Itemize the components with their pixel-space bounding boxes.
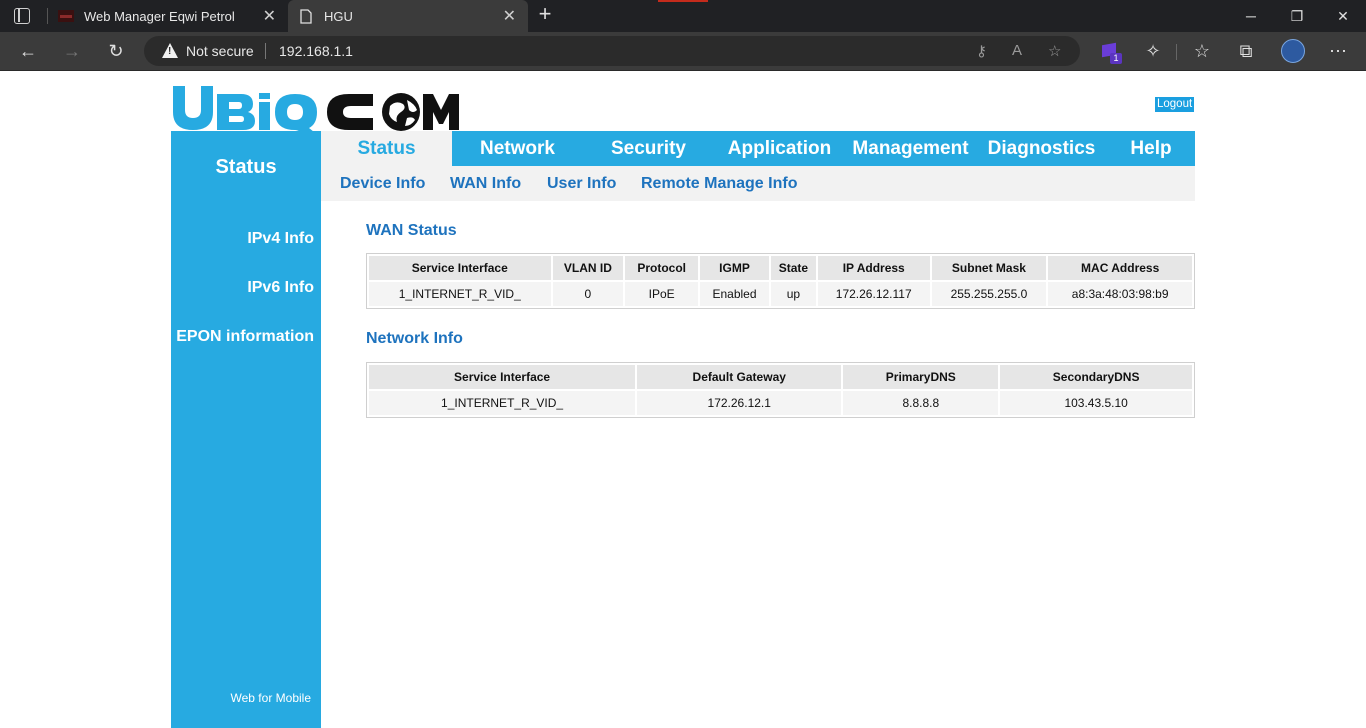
column-header: Default Gateway: [637, 365, 842, 389]
browser-tab-hgu[interactable]: HGU ✕: [288, 0, 528, 32]
nav-tab-network[interactable]: Network: [452, 131, 583, 166]
url-text[interactable]: 192.168.1.1: [279, 43, 353, 59]
read-aloud-icon[interactable]: A: [1012, 42, 1022, 59]
extension-icon[interactable]: 1: [1100, 41, 1122, 64]
wan-status-title: WAN Status: [366, 222, 457, 239]
column-header: Service Interface: [369, 365, 636, 389]
nav-tab-application[interactable]: Application: [714, 131, 845, 166]
subnav-device-info[interactable]: Device Info: [340, 166, 425, 201]
tab-title: HGU: [324, 8, 353, 24]
nav-tab-status[interactable]: Status: [321, 131, 452, 166]
web-for-mobile-link[interactable]: Web for Mobile: [231, 691, 311, 705]
key-icon[interactable]: ⚷: [976, 42, 987, 60]
column-header: IP Address: [817, 256, 930, 280]
column-header: Subnet Mask: [931, 256, 1047, 280]
column-header: VLAN ID: [552, 256, 624, 280]
restore-icon[interactable]: ❐: [1274, 0, 1320, 32]
sidebar-item-epon-information[interactable]: EPON information: [176, 328, 314, 346]
forward-icon[interactable]: →: [60, 40, 84, 64]
nav-tab-help[interactable]: Help: [1107, 131, 1195, 166]
main-nav: Status Network Security Application Mana…: [321, 131, 1195, 166]
profile-avatar[interactable]: [1281, 39, 1305, 63]
address-separator: [265, 43, 266, 59]
table-header-row: Service Interface VLAN ID Protocol IGMP …: [369, 256, 1192, 280]
left-sidebar: Status IPv4 Info IPv6 Info EPON informat…: [171, 131, 321, 728]
table-cell: 103.43.5.10: [1000, 391, 1192, 415]
logout-link[interactable]: Logout: [1155, 97, 1195, 112]
table-cell: Enabled: [700, 282, 769, 306]
warning-icon[interactable]: [162, 43, 178, 58]
favorite-add-icon[interactable]: ☆: [1048, 42, 1061, 60]
table-header-row: Service Interface Default Gateway Primar…: [369, 365, 1192, 389]
tab-actions-icon[interactable]: [14, 8, 30, 24]
new-tab-icon[interactable]: +: [534, 3, 556, 26]
table-cell: 1_INTERNET_R_VID_: [369, 391, 636, 415]
security-label[interactable]: Not secure: [186, 43, 254, 59]
column-header: MAC Address: [1048, 256, 1192, 280]
browser-toolbar: ← → ↻ Not secure 192.168.1.1 ⚷ A ☆ 1 ✧ ☆…: [0, 32, 1366, 71]
column-header: PrimaryDNS: [843, 365, 999, 389]
column-header: IGMP: [700, 256, 769, 280]
column-header: SecondaryDNS: [1000, 365, 1192, 389]
tab-close-icon[interactable]: ✕: [263, 6, 276, 26]
minimize-icon[interactable]: ─: [1228, 0, 1274, 32]
back-icon[interactable]: ←: [16, 40, 40, 64]
table-cell: 1_INTERNET_R_VID_: [369, 282, 551, 306]
refresh-icon[interactable]: ↻: [104, 40, 128, 64]
close-window-icon[interactable]: ✕: [1320, 0, 1366, 32]
sidebar-item-ipv6-info[interactable]: IPv6 Info: [247, 279, 314, 297]
address-bar[interactable]: Not secure 192.168.1.1 ⚷ A ☆: [144, 36, 1080, 66]
sidebar-title: Status: [171, 131, 321, 203]
sidebar-item-ipv4-info[interactable]: IPv4 Info: [247, 230, 314, 248]
table-cell: 172.26.12.117: [817, 282, 930, 306]
table-cell: 8.8.8.8: [843, 391, 999, 415]
table-cell: a8:3a:48:03:98:b9: [1048, 282, 1192, 306]
network-info-table: Service Interface Default Gateway Primar…: [366, 362, 1195, 418]
subnav-user-info[interactable]: User Info: [547, 166, 616, 201]
nav-tab-diagnostics[interactable]: Diagnostics: [976, 131, 1107, 166]
column-header: State: [770, 256, 816, 280]
favorites-icon[interactable]: ☆: [1190, 40, 1214, 64]
network-info-title: Network Info: [366, 330, 463, 347]
subnav-wan-info[interactable]: WAN Info: [450, 166, 521, 201]
tab-title: Web Manager Eqwi Petrol: [84, 8, 235, 24]
table-cell: IPoE: [625, 282, 699, 306]
extension-badge: 1: [1110, 53, 1122, 64]
nav-tab-security[interactable]: Security: [583, 131, 714, 166]
page-document-icon: [298, 8, 314, 24]
tab-favicon-icon: [58, 8, 74, 24]
ubiqcom-logo: [173, 86, 459, 132]
wan-status-table: Service Interface VLAN ID Protocol IGMP …: [366, 253, 1195, 309]
table-row: 1_INTERNET_R_VID_ 172.26.12.1 8.8.8.8 10…: [369, 391, 1192, 415]
table-cell: 172.26.12.1: [637, 391, 842, 415]
router-page: Logout Status IPv4 Info IPv6 Info EPON i…: [0, 71, 1366, 728]
nav-tab-management[interactable]: Management: [845, 131, 976, 166]
table-cell: 0: [552, 282, 624, 306]
more-menu-icon[interactable]: ⋯: [1326, 40, 1350, 64]
tab-close-icon[interactable]: ✕: [503, 6, 516, 26]
browser-tab-web-manager[interactable]: Web Manager Eqwi Petrol ✕: [48, 0, 288, 32]
table-row: 1_INTERNET_R_VID_ 0 IPoE Enabled up 172.…: [369, 282, 1192, 306]
recording-indicator: [658, 0, 708, 2]
column-header: Service Interface: [369, 256, 551, 280]
extensions-puzzle-icon[interactable]: ✧: [1141, 40, 1165, 64]
table-cell: 255.255.255.0: [931, 282, 1047, 306]
sub-nav: Device Info WAN Info User Info Remote Ma…: [321, 166, 1195, 201]
subnav-remote-manage-info[interactable]: Remote Manage Info: [641, 166, 797, 201]
toolbar-separator: [1176, 44, 1177, 60]
browser-tab-bar: Web Manager Eqwi Petrol ✕ HGU ✕ + ─ ❐ ✕: [0, 0, 1366, 32]
table-cell: up: [770, 282, 816, 306]
column-header: Protocol: [625, 256, 699, 280]
collections-icon[interactable]: ⧉: [1234, 40, 1258, 64]
